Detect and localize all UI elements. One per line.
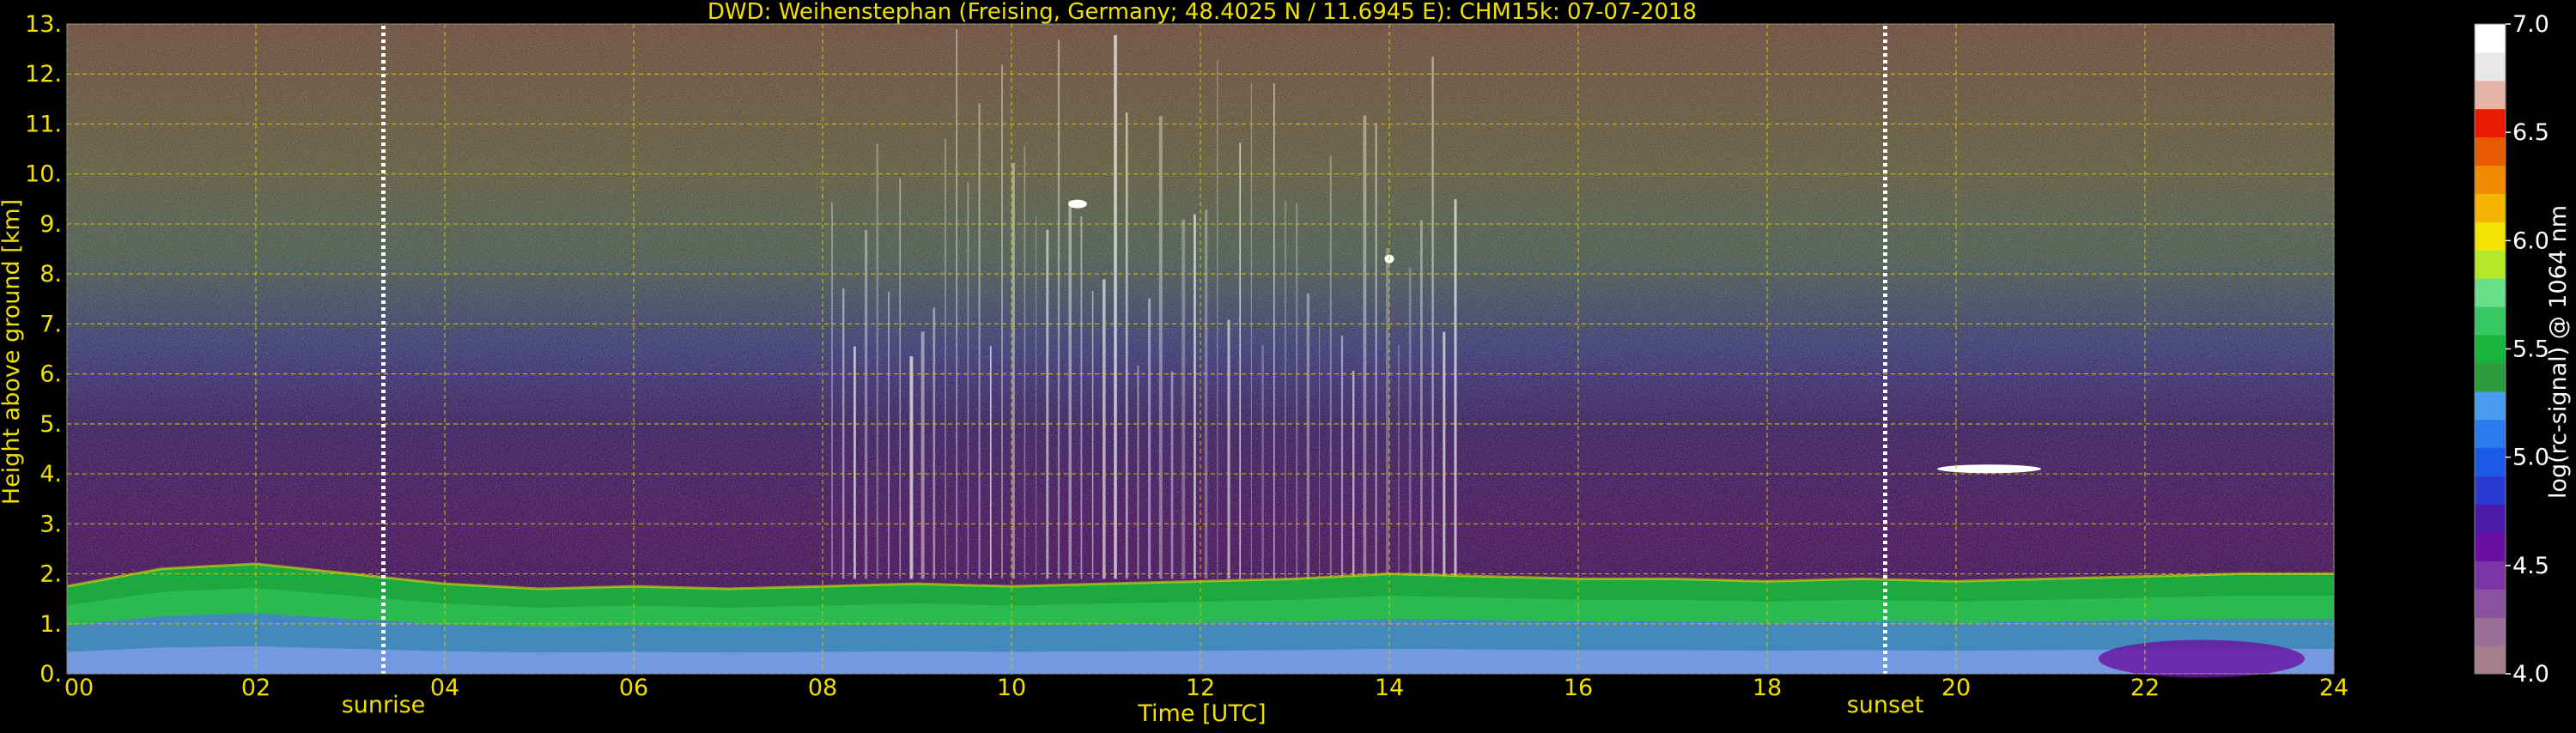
lidar-ceilometer-figure: 00 02 04 06 08 10 12 14 16 18 20 22 24 0. 1. 2. 3. 4. 5. 6…	[0, 0, 2576, 730]
colorbar-segment	[2475, 504, 2506, 533]
x-tick-label: 04	[430, 675, 459, 701]
sun-annotation-label: sunrise	[342, 692, 426, 718]
y-tick-label: 8.	[39, 261, 62, 288]
y-tick-label: 9.	[39, 211, 62, 238]
colorbar-segment	[2475, 589, 2506, 618]
colorbar-segment	[2475, 447, 2506, 477]
x-tick-label: 14	[1375, 675, 1404, 701]
colorbar-segment	[2475, 617, 2506, 646]
x-tick-label: 20	[1941, 675, 1971, 701]
y-tick-label: 10.	[25, 161, 62, 188]
sun-annotations: sunrise sunset	[342, 692, 1924, 718]
sun-annotation-label: sunset	[1847, 692, 1924, 718]
colorbar-segment	[2475, 165, 2506, 194]
colorbar-segment	[2475, 250, 2506, 279]
colorbar-segment	[2475, 476, 2506, 506]
y-axis-label: Height above ground [km]	[0, 199, 25, 505]
colorbar-tick-label: 4.0	[2512, 661, 2549, 688]
colorbar-segment	[2475, 136, 2506, 167]
colorbar-segment	[2475, 391, 2506, 421]
x-tick-label: 08	[808, 675, 837, 701]
y-tick-label: 1.	[39, 611, 62, 638]
colorbar-segment	[2475, 80, 2506, 110]
colorbar-tick-label: 4.5	[2512, 553, 2549, 579]
x-tick-label: 12	[1186, 675, 1215, 701]
chart-title: DWD: Weihenstephan (Freising, Germany; 4…	[708, 0, 1697, 25]
x-tick-label: 16	[1564, 675, 1593, 701]
colorbar-segment	[2475, 560, 2506, 590]
y-axis-ticks: 0. 1. 2. 3. 4. 5. 6. 7. 8. 9. 10. 11. 12. 13.	[25, 11, 62, 688]
y-tick-label: 11.	[25, 111, 62, 137]
y-tick-label: 2.	[39, 561, 62, 588]
x-tick-label: 18	[1753, 675, 1782, 701]
colorbar-segment	[2475, 362, 2506, 392]
colorbar: 4.0 4.5 5.0 5.5 6.0 6.5 7.0	[2474, 11, 2549, 688]
colorbar-segment	[2475, 51, 2506, 82]
y-tick-label: 6.	[39, 361, 62, 388]
x-tick-label: 02	[241, 675, 270, 701]
colorbar-tick-label: 6.5	[2512, 119, 2549, 146]
colorbar-segment	[2475, 532, 2506, 561]
colorbar-segment	[2475, 108, 2506, 138]
colorbar-segment	[2475, 306, 2506, 336]
x-tick-label: 06	[619, 675, 648, 701]
colorbar-tick-label: 6.0	[2512, 227, 2549, 254]
y-tick-label: 3.	[39, 511, 62, 537]
y-tick-label: 4.	[39, 461, 62, 488]
y-tick-label: 13.	[25, 11, 62, 38]
evening-aerosol-feature	[2099, 639, 2305, 678]
y-tick-label: 12.	[25, 61, 62, 88]
y-tick-label: 0.	[39, 661, 62, 688]
colorbar-tick-label: 7.0	[2512, 11, 2549, 38]
colorbar-segment	[2475, 24, 2506, 53]
colorbar-segment	[2475, 278, 2506, 307]
plot-area	[66, 23, 2335, 678]
cloud-mark	[1937, 464, 2041, 474]
colorbar-segment	[2475, 335, 2506, 364]
x-axis-label: Time [UTC]	[1137, 700, 1266, 727]
y-tick-label: 7.	[39, 311, 62, 337]
colorbar-segment	[2475, 193, 2506, 222]
colorbar-tick-label: 5.5	[2512, 336, 2549, 363]
y-tick-label: 5.	[39, 411, 62, 438]
x-tick-label: 10	[997, 675, 1026, 701]
x-tick-label: 24	[2319, 675, 2348, 701]
x-tick-label: 00	[64, 675, 94, 701]
x-tick-label: 22	[2130, 675, 2160, 701]
colorbar-segment	[2475, 221, 2506, 251]
cloud-mark	[1068, 199, 1087, 209]
colorbar-tick-label: 5.0	[2512, 445, 2549, 471]
colorbar-label: log(rc-signal) @ 1064 nm	[2545, 205, 2572, 499]
colorbar-segment	[2475, 419, 2506, 449]
colorbar-segment	[2475, 645, 2506, 675]
backscatter-chart: 00 02 04 06 08 10 12 14 16 18 20 22 24 0. 1. 2. 3. 4. 5. 6…	[0, 0, 2572, 727]
